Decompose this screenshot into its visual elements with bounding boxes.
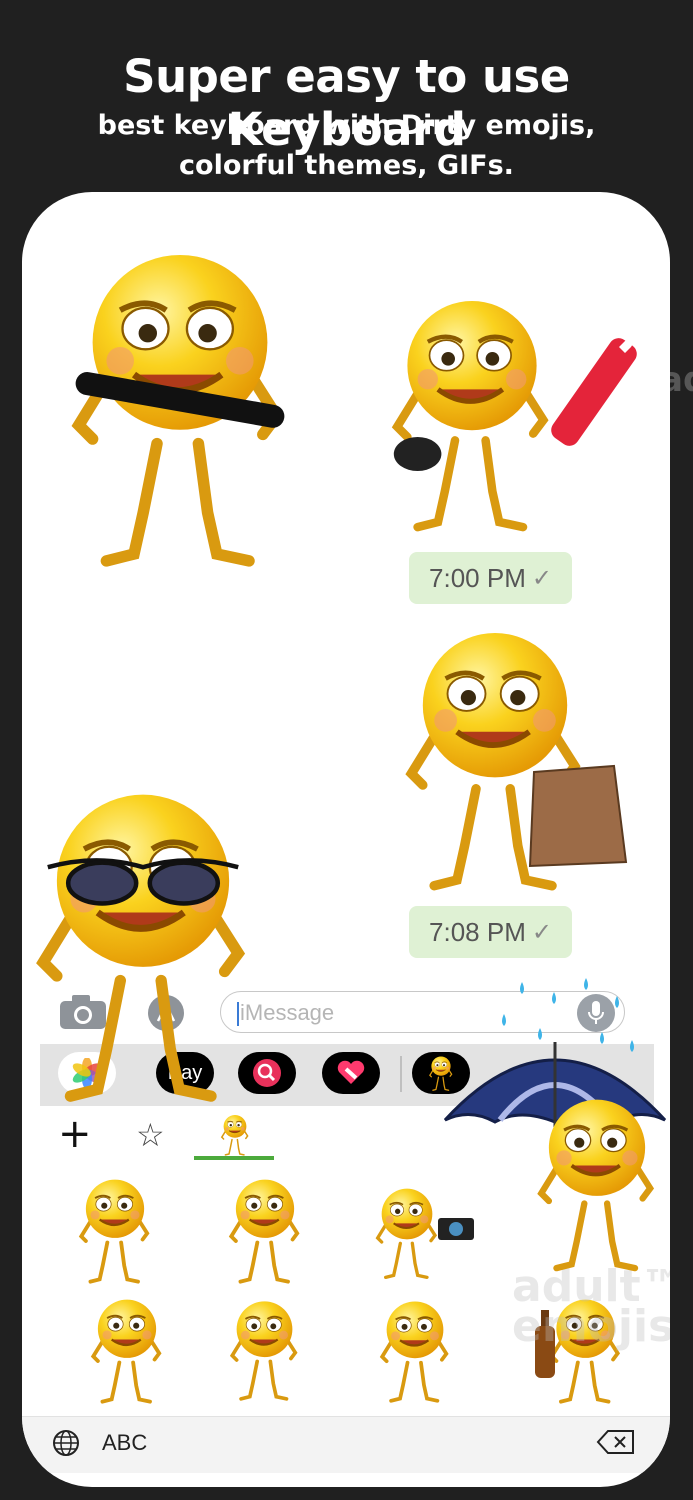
paddle-icon bbox=[551, 338, 637, 446]
sticker-grid-item[interactable] bbox=[220, 1172, 310, 1287]
plus-icon[interactable]: + bbox=[58, 1112, 92, 1156]
sticker-emoji-sunglasses[interactable] bbox=[8, 772, 278, 1112]
rain-drops bbox=[502, 978, 634, 1052]
backspace-icon[interactable] bbox=[596, 1429, 636, 1455]
heart-sticker-app-button[interactable] bbox=[322, 1052, 380, 1094]
message-time: 7:08 PM ✓ bbox=[409, 906, 572, 958]
subheadline-1: best keyboard with Dirty emojis, bbox=[97, 110, 596, 141]
keyboard-bottom-bar: ABC bbox=[22, 1416, 670, 1473]
emoji-pack-tab[interactable] bbox=[220, 1112, 250, 1157]
checkmark-icon: ✓ bbox=[531, 564, 552, 592]
sticker-grid-item[interactable] bbox=[70, 1172, 160, 1287]
camera-prop-icon bbox=[438, 1218, 474, 1240]
message-time: 7:00 PM ✓ bbox=[409, 552, 572, 604]
watermark: adult™ emojis bbox=[512, 1261, 670, 1352]
strip-divider bbox=[400, 1056, 402, 1092]
active-tab-indicator bbox=[194, 1156, 274, 1160]
star-icon[interactable]: ☆ bbox=[136, 1115, 165, 1155]
checkmark-icon: ✓ bbox=[531, 918, 552, 946]
sticker-grid-item[interactable] bbox=[82, 1292, 172, 1407]
globe-icon[interactable] bbox=[52, 1429, 80, 1457]
sticker-grid-item[interactable] bbox=[217, 1294, 312, 1404]
paper-bag-icon bbox=[528, 764, 628, 868]
sticker-emoji-bar[interactable] bbox=[50, 232, 310, 577]
heart-sticker-icon bbox=[337, 1060, 365, 1084]
sticker-emoji-umbrella[interactable] bbox=[522, 1087, 670, 1277]
subheadline-2: colorful themes, GIFs. bbox=[179, 150, 514, 181]
abc-keyboard-switch[interactable]: ABC bbox=[102, 1430, 147, 1456]
sticker-grid-item[interactable] bbox=[370, 1294, 460, 1406]
